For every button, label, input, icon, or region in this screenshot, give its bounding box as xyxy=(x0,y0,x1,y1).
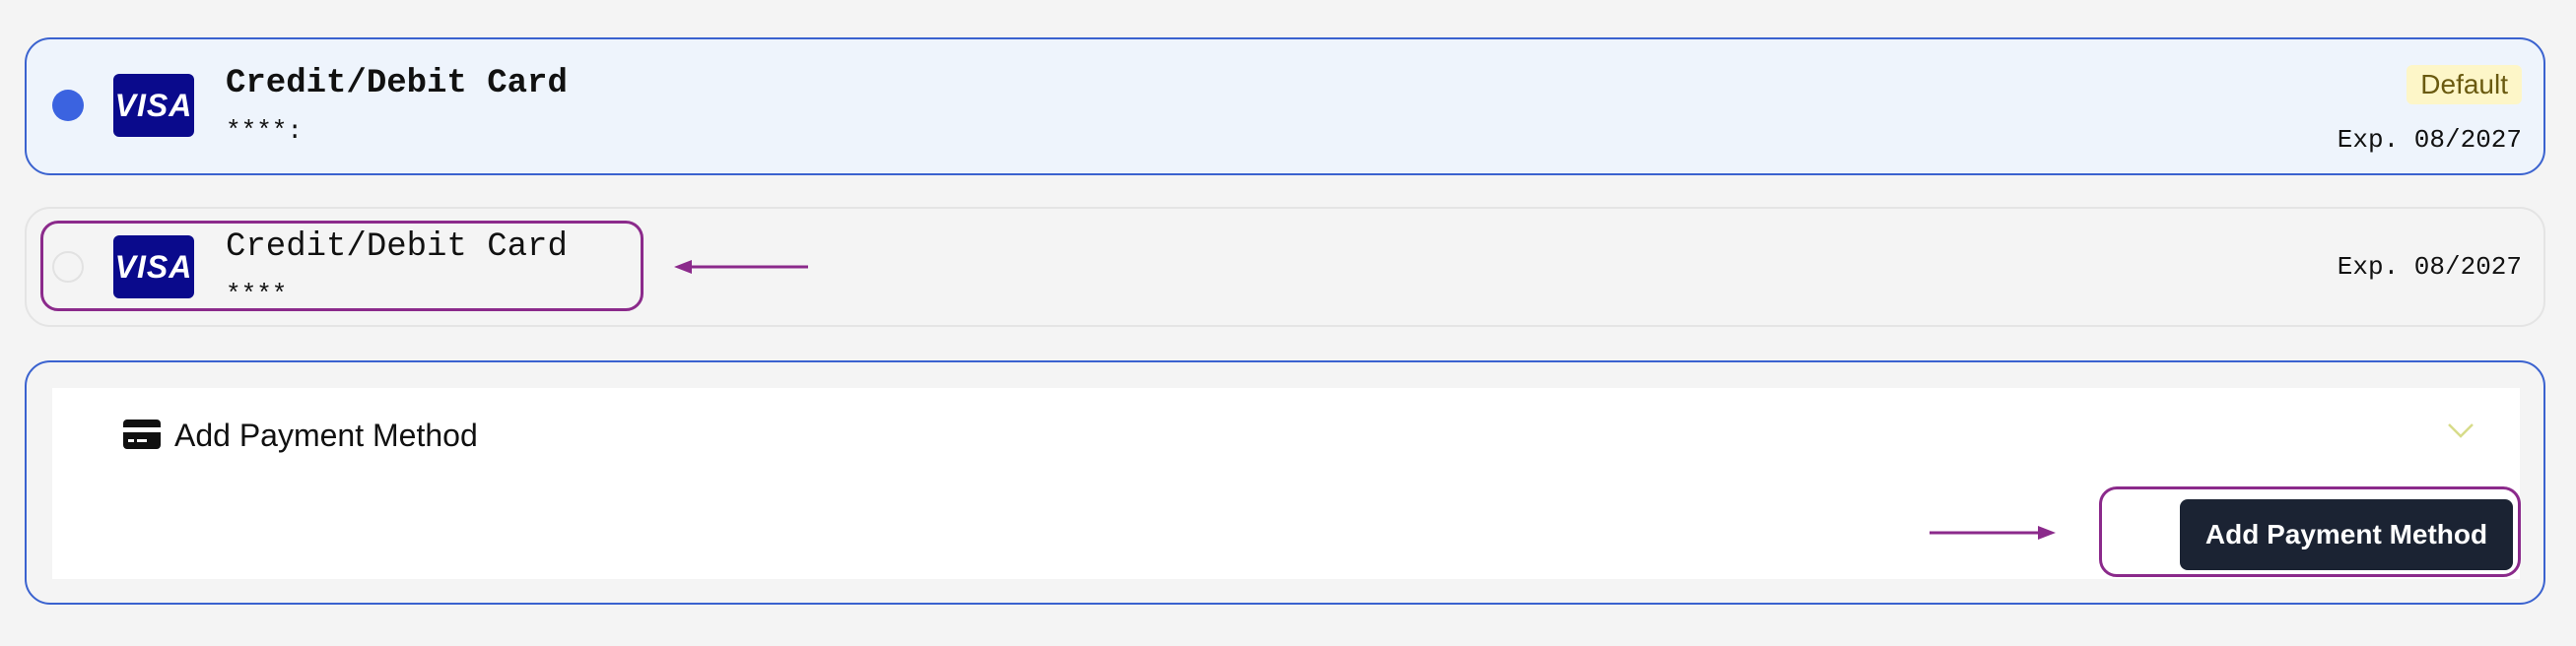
radio-selected[interactable] xyxy=(52,90,84,121)
add-payment-method-button[interactable]: Add Payment Method xyxy=(2180,499,2513,570)
credit-card-icon xyxy=(123,420,161,449)
card-title: Credit/Debit Card xyxy=(226,65,568,102)
masked-card-number: ****: xyxy=(226,116,304,146)
card-expiry: Exp. 08/2027 xyxy=(2337,125,2522,155)
annotation-highlight-card xyxy=(40,221,644,311)
default-badge: Default xyxy=(2407,65,2522,104)
annotation-arrow-left-icon xyxy=(674,260,808,274)
chevron-down-icon[interactable] xyxy=(2447,421,2474,439)
payment-method-card-default[interactable]: VISA Credit/Debit Card ****: Default Exp… xyxy=(25,37,2545,175)
card-expiry: Exp. 08/2027 xyxy=(2337,252,2522,282)
annotation-arrow-right-icon xyxy=(1930,526,2056,540)
add-payment-title: Add Payment Method xyxy=(174,418,478,453)
visa-logo-icon: VISA xyxy=(113,74,194,137)
